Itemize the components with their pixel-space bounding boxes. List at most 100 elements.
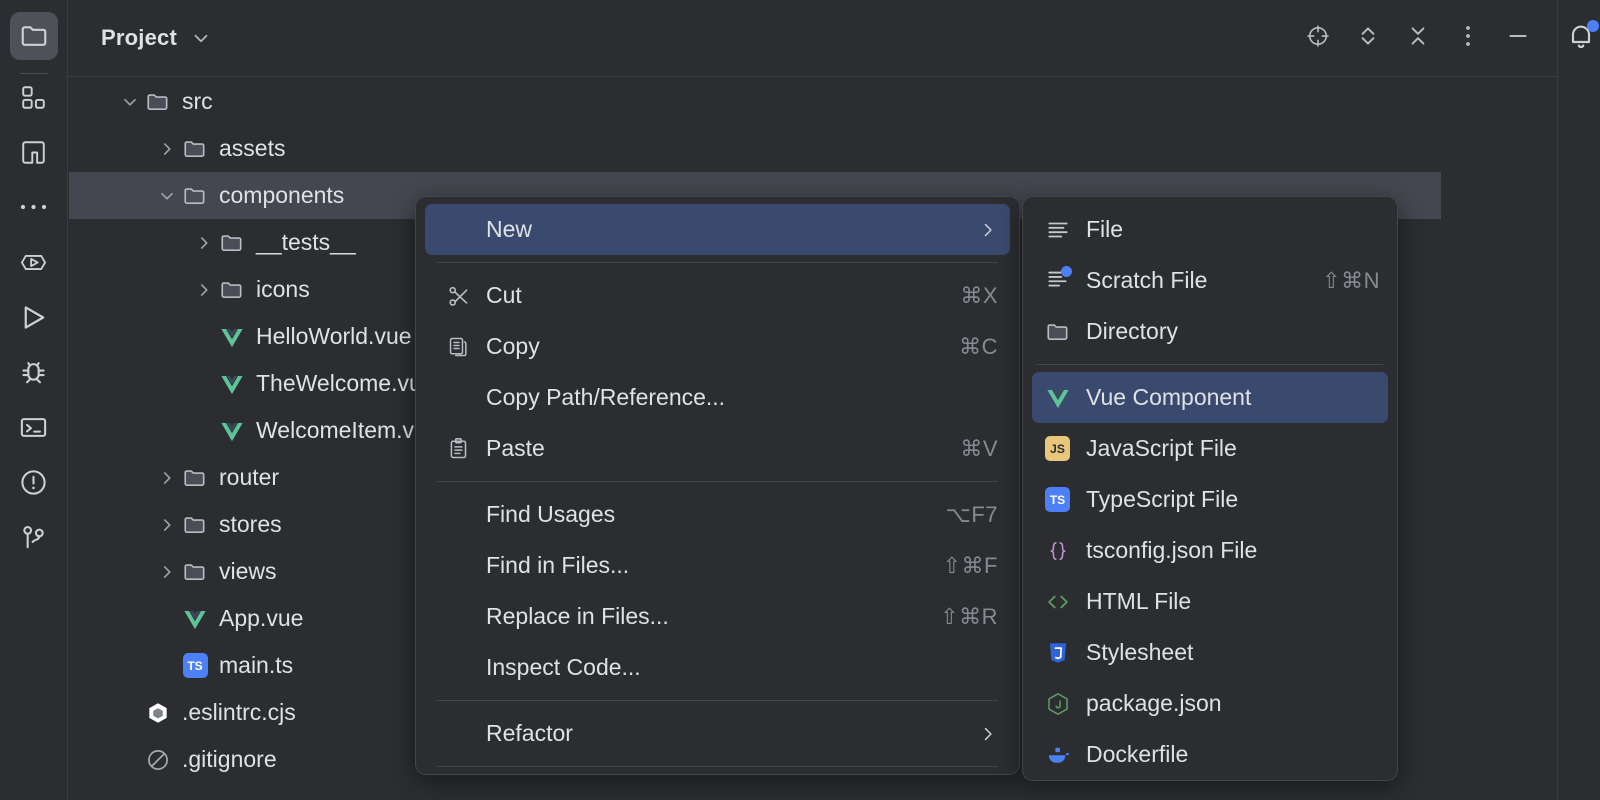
tree-row[interactable]: assets bbox=[69, 125, 1557, 172]
notifications-button[interactable] bbox=[1562, 16, 1600, 60]
menu-item[interactable]: Copy Path/Reference... bbox=[425, 372, 1010, 423]
services-play-icon bbox=[18, 247, 49, 278]
tree-row-label: HelloWorld.vue bbox=[256, 323, 412, 349]
sidebar-item-more[interactable] bbox=[10, 194, 58, 220]
run-play-icon bbox=[18, 302, 49, 333]
menu-item[interactable]: Replace in Files... ⇧⌘R bbox=[425, 591, 1010, 642]
tree-row-icon bbox=[180, 559, 210, 585]
tree-row-label: TheWelcome.vue bbox=[256, 370, 435, 396]
tree-row-icon bbox=[217, 277, 247, 303]
menu-item-shortcut: ⌘V bbox=[960, 435, 998, 461]
menu-item[interactable]: Refactor bbox=[425, 708, 1010, 759]
ts-badge-icon: TS bbox=[1045, 487, 1086, 512]
new-submenu[interactable]: File Scratch File ⇧⌘N Directory Vue Componen… bbox=[1022, 196, 1398, 781]
scissors-icon bbox=[446, 283, 472, 309]
submenu-item-label: Stylesheet bbox=[1086, 639, 1194, 665]
tree-row[interactable]: src bbox=[69, 78, 1557, 125]
menu-item-label: Copy Path/Reference... bbox=[486, 384, 726, 410]
docker-icon bbox=[1045, 742, 1086, 768]
sidebar-item-structure[interactable] bbox=[10, 84, 58, 110]
tree-arrow-right-icon[interactable] bbox=[154, 465, 180, 491]
angle-brackets-icon bbox=[1045, 589, 1086, 615]
sidebar-item-terminal[interactable] bbox=[10, 414, 58, 440]
tree-arrow-right-icon[interactable] bbox=[154, 559, 180, 585]
submenu-item[interactable]: HTML File bbox=[1032, 576, 1388, 627]
submenu-item[interactable]: tsconfig.json File bbox=[1032, 525, 1388, 576]
tree-arrow-right-icon bbox=[193, 232, 215, 254]
minimize-icon bbox=[1505, 23, 1531, 54]
sidebar-item-problems[interactable] bbox=[10, 469, 58, 495]
collapse-all-button[interactable] bbox=[1401, 21, 1435, 55]
tree-arrow-right-icon[interactable] bbox=[154, 512, 180, 538]
submenu-item[interactable]: package.json bbox=[1032, 678, 1388, 729]
submenu-item-label: JavaScript File bbox=[1086, 435, 1237, 461]
file-lines-icon bbox=[1045, 217, 1086, 243]
minimize-button[interactable] bbox=[1501, 21, 1535, 55]
submenu-item[interactable]: Scratch File ⇧⌘N bbox=[1032, 255, 1388, 306]
tree-row-label: src bbox=[182, 88, 213, 114]
js-badge-icon: JS bbox=[1045, 436, 1070, 461]
page-title: Project bbox=[101, 25, 177, 50]
branch-icon bbox=[18, 522, 49, 553]
menu-item[interactable]: Paste ⌘V bbox=[425, 423, 1010, 474]
sidebar-item-services[interactable] bbox=[10, 249, 58, 275]
menu-item-shortcut: ⇧⌘R bbox=[940, 603, 998, 629]
submenu-item[interactable]: Vue Component bbox=[1032, 372, 1388, 423]
submenu-chevron-icon bbox=[978, 724, 998, 744]
menu-item[interactable]: Find in Files... ⇧⌘F bbox=[425, 540, 1010, 591]
more-options-button[interactable] bbox=[1451, 21, 1485, 55]
eslint-icon bbox=[145, 700, 171, 726]
folder-icon bbox=[219, 230, 245, 256]
expand-all-button[interactable] bbox=[1351, 21, 1385, 55]
vue-icon bbox=[1045, 385, 1071, 411]
scissors-icon bbox=[446, 283, 486, 309]
sidebar-item-bookmarks[interactable] bbox=[10, 139, 58, 165]
folder-icon bbox=[182, 512, 208, 538]
ts-badge-icon: TS bbox=[1045, 487, 1070, 512]
submenu-item[interactable]: TS TypeScript File bbox=[1032, 474, 1388, 525]
chevron-down-icon[interactable] bbox=[190, 27, 212, 49]
folder-icon bbox=[182, 183, 208, 209]
tree-arrow-right-icon[interactable] bbox=[191, 277, 217, 303]
submenu-item[interactable]: JS JavaScript File bbox=[1032, 423, 1388, 474]
submenu-chevron-icon bbox=[978, 220, 998, 240]
tree-arrow-down-icon[interactable] bbox=[154, 183, 180, 209]
tree-arrow-down-icon[interactable] bbox=[117, 89, 143, 115]
rail-divider bbox=[19, 73, 48, 74]
tree-arrow-right-icon[interactable] bbox=[154, 136, 180, 162]
tree-row-icon bbox=[217, 371, 247, 397]
scroll-from-source-button[interactable] bbox=[1301, 21, 1335, 55]
collapse-all-icon bbox=[1405, 23, 1431, 54]
submenu-item[interactable]: Stylesheet bbox=[1032, 627, 1388, 678]
sidebar-item-version-control[interactable] bbox=[10, 524, 58, 550]
menu-item[interactable]: Cut ⌘X bbox=[425, 270, 1010, 321]
sidebar-item-project[interactable] bbox=[9, 12, 58, 60]
submenu-item[interactable]: Directory bbox=[1032, 306, 1388, 357]
vue-icon bbox=[219, 418, 245, 444]
sidebar-item-run[interactable] bbox=[10, 304, 58, 330]
nodejs-icon bbox=[1045, 691, 1071, 717]
menu-separator bbox=[437, 766, 998, 767]
submenu-item[interactable]: Dockerfile bbox=[1032, 729, 1388, 780]
notification-strip bbox=[1557, 0, 1600, 800]
tree-row-icon bbox=[180, 606, 210, 632]
menu-item[interactable]: New bbox=[425, 204, 1010, 255]
menu-item[interactable]: Copy ⌘C bbox=[425, 321, 1010, 372]
folder-icon bbox=[219, 277, 245, 303]
scratch-file-icon bbox=[1045, 265, 1086, 297]
menu-item[interactable]: Inspect Code... bbox=[425, 642, 1010, 693]
menu-item[interactable]: Find Usages ⌥F7 bbox=[425, 489, 1010, 540]
chevron-right-icon bbox=[978, 724, 1010, 744]
context-menu[interactable]: New Cut ⌘X Copy ⌘C Copy Path/Reference... Past… bbox=[415, 196, 1020, 775]
folder-icon bbox=[1045, 319, 1071, 345]
paste-icon bbox=[446, 436, 486, 462]
bookmark-icon bbox=[19, 138, 48, 167]
structure-icon bbox=[19, 83, 48, 112]
tree-row-icon bbox=[143, 747, 173, 773]
header-action-group bbox=[1301, 21, 1535, 55]
sidebar-item-debug[interactable] bbox=[10, 359, 58, 385]
tree-arrow-right-icon[interactable] bbox=[191, 230, 217, 256]
submenu-item[interactable]: File bbox=[1032, 204, 1388, 255]
menu-item-label: Find in Files... bbox=[486, 552, 630, 578]
folder-icon bbox=[182, 136, 208, 162]
